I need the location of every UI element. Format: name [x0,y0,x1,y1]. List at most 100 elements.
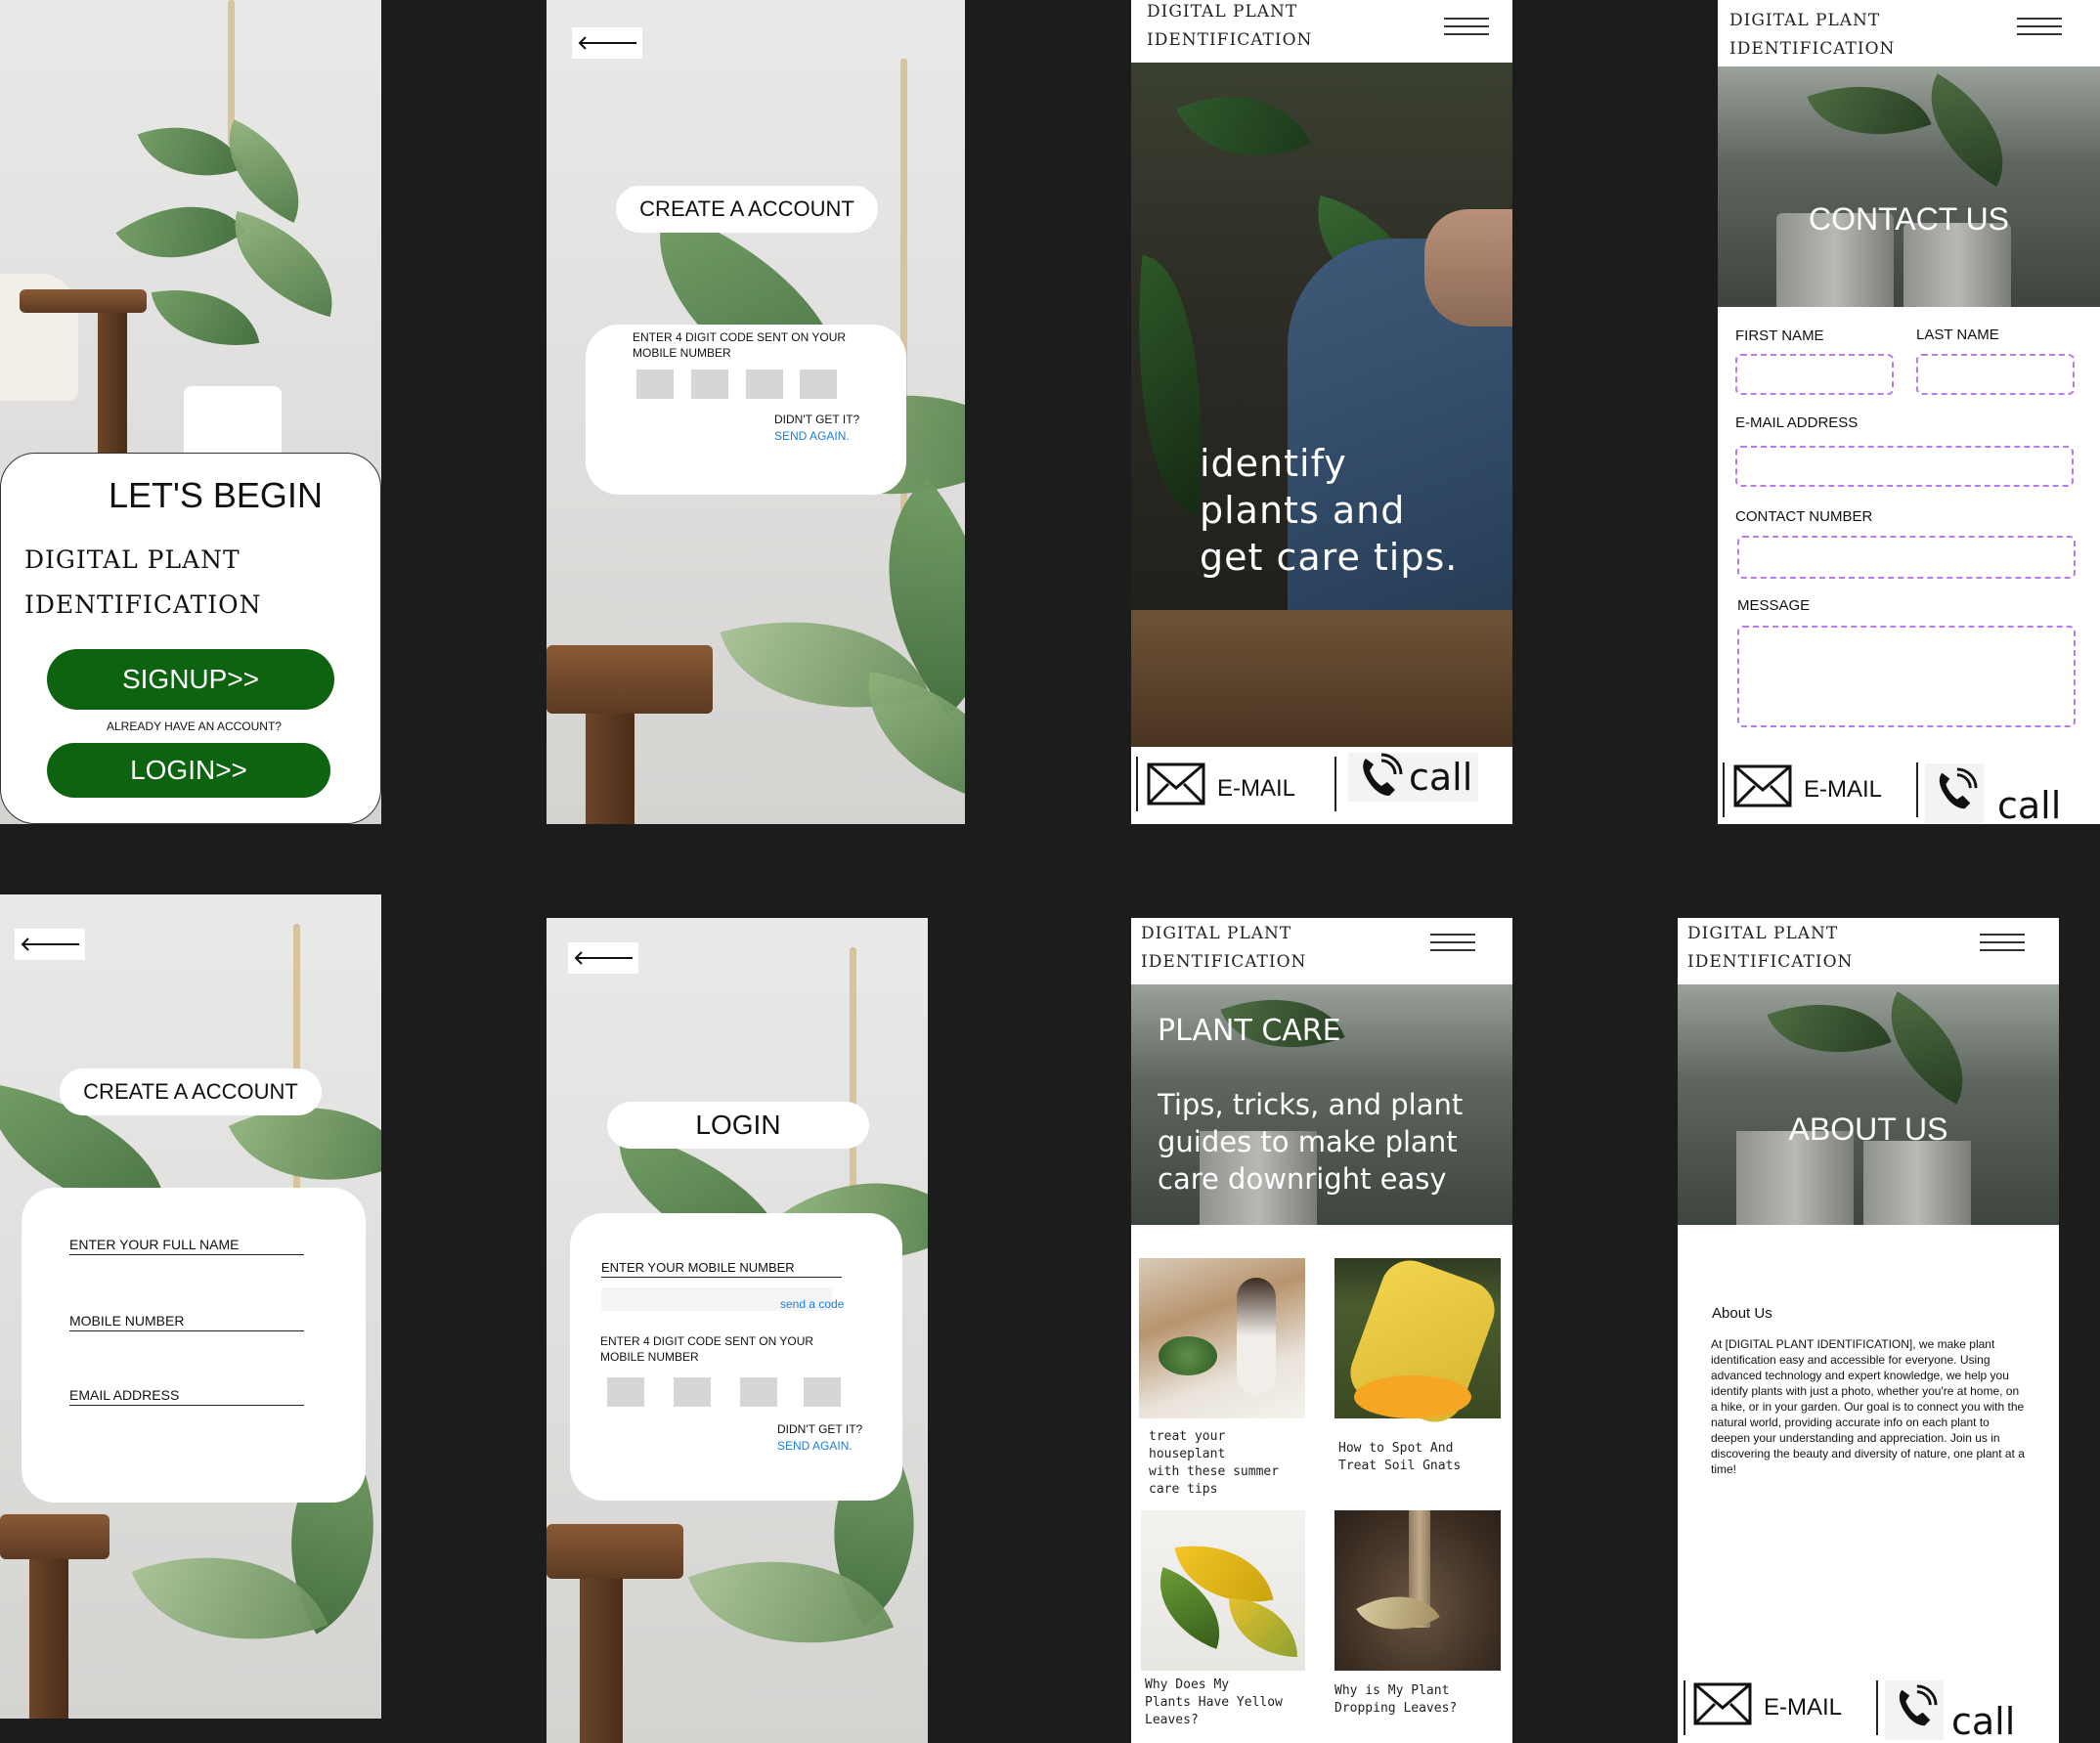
back-button[interactable] [15,929,85,960]
first-name-label: FIRST NAME [1735,327,1824,344]
stool [547,645,713,714]
call-label: call [1409,756,1473,799]
email-button[interactable]: E-MAIL [1733,764,1882,807]
email-label: E-MAIL [1804,776,1883,803]
call-button[interactable]: call [1885,1677,2015,1743]
article-card[interactable]: Why Does My Plants Have Yellow Leaves? [1141,1510,1307,1743]
code-digit-2[interactable] [691,370,728,399]
already-account-text: ALREADY HAVE AN ACCOUNT? [107,719,282,733]
table-surface [1131,610,1512,747]
article-card[interactable]: Why is My Plant Dropping Leaves? [1334,1510,1501,1743]
arrow-left-icon [574,951,633,965]
brand-line1: DIGITAL PLANT [1147,2,1298,22]
envelope-icon [1733,764,1792,807]
didnt-get-text: DIDN'T GET IT? [774,413,860,426]
brand-line2: IDENTIFICATION [1141,952,1307,972]
hero-title: ABOUT US [1788,1111,1948,1147]
leaf [115,171,246,293]
envelope-icon [1693,1682,1752,1725]
hero-subtitle-line1: Tips, tricks, and plant [1158,1088,1464,1121]
brand-line2: IDENTIFICATION [24,590,262,619]
call-button[interactable]: call [1348,753,1479,802]
hero-title: CONTACT US [1808,201,2010,237]
send-again-link[interactable]: SEND AGAIN. [774,429,850,443]
screen-create-account-code: CREATE A ACCOUNT ENTER 4 DIGIT CODE SENT… [547,0,965,824]
code-digit-1[interactable] [636,370,674,399]
phone-icon [1939,766,1978,808]
arrow-left-icon [21,937,79,951]
footer-bar: E-MAIL call [1678,1671,2059,1743]
email-address-field[interactable]: EMAIL ADDRESS [69,1387,304,1406]
divider [1136,757,1138,811]
call-button[interactable]: call [1925,759,2061,824]
login-button[interactable]: LOGIN>> [47,743,330,798]
mobile-number-field[interactable]: MOBILE NUMBER [69,1313,304,1331]
stool-leg [29,1559,68,1719]
code-digit-4[interactable] [804,1377,841,1407]
leaf [216,210,351,318]
phone-icon [1363,753,1403,796]
article-card[interactable]: How to Spot And Treat Soil Gnats [1334,1252,1504,1493]
app-header: DIGITAL PLANT IDENTIFICATION [1131,918,1512,984]
signup-button[interactable]: SIGNUP>> [47,649,334,710]
hero-text-line2: plants and [1200,489,1406,532]
first-name-field[interactable] [1735,354,1894,395]
footer-bar: E-MAIL call [1131,747,1512,824]
signup-form-card: ENTER YOUR FULL NAME MOBILE NUMBER EMAIL… [22,1188,366,1503]
article-title-line1: treat your [1149,1429,1226,1444]
email-address-label: E-MAIL ADDRESS [1735,414,1859,431]
brand-line1: DIGITAL PLANT [24,545,241,574]
last-name-field[interactable] [1916,354,2075,395]
hero-image: ABOUT US [1678,978,2059,1225]
code-digit-4[interactable] [800,370,837,399]
app-header: DIGITAL PLANT IDENTIFICATION [1131,0,1512,63]
code-prompt-line2: MOBILE NUMBER [600,1350,699,1364]
article-title-line2: houseplant [1149,1447,1226,1461]
send-code-link[interactable]: send a code [780,1297,844,1311]
brand-line2: IDENTIFICATION [1729,39,1896,59]
code-digit-1[interactable] [607,1377,644,1407]
article-card[interactable]: treat your houseplant with these summer … [1139,1258,1305,1497]
hamburger-menu-icon[interactable] [1980,928,2025,955]
article-title-line1: Why is My Plant [1334,1683,1450,1698]
last-name-label: LAST NAME [1916,327,1999,343]
email-button[interactable]: E-MAIL [1693,1682,1842,1725]
stool-leg [98,313,127,459]
pot [1863,1141,1971,1225]
email-label: E-MAIL [1217,775,1296,802]
hamburger-menu-icon[interactable] [2017,12,2062,39]
contact-number-field[interactable] [1737,536,2076,579]
hamburger-menu-icon[interactable] [1430,928,1475,955]
back-button[interactable] [568,942,638,974]
message-field[interactable] [1737,626,2076,727]
app-header: DIGITAL PLANT IDENTIFICATION [1678,918,2059,984]
code-prompt-line1: ENTER 4 DIGIT CODE SENT ON YOUR [633,330,847,344]
hero-text-line3: get care tips. [1200,536,1459,579]
leaf [1862,991,1991,1105]
monstera-leaf [1176,63,1311,190]
screen-home: DIGITAL PLANT IDENTIFICATION identify pl… [1131,0,1512,824]
call-label: call [1997,784,2062,824]
article-title-line3: Leaves? [1145,1713,1199,1727]
envelope-icon [1147,763,1205,806]
article-title-line1: How to Spot And [1338,1441,1454,1456]
brand-line1: DIGITAL PLANT [1729,11,1881,30]
send-again-link[interactable]: SEND AGAIN. [777,1439,853,1453]
article-title-line3: with these summer [1149,1464,1280,1479]
email-button[interactable]: E-MAIL [1147,763,1295,806]
code-digit-3[interactable] [746,370,783,399]
begin-card: LET'S BEGIN DIGITAL PLANT IDENTIFICATION… [0,453,381,824]
contact-number-label: CONTACT NUMBER [1735,508,1873,525]
about-heading: About Us [1712,1305,1772,1322]
divider [1334,757,1336,811]
code-digit-2[interactable] [674,1377,711,1407]
hamburger-menu-icon[interactable] [1444,12,1489,39]
screen-contact: DIGITAL PLANT IDENTIFICATION CONTACT US … [1718,0,2100,824]
mobile-number-field[interactable]: ENTER YOUR MOBILE NUMBER [601,1260,842,1278]
hero-text-line1: identify [1200,442,1347,485]
back-button[interactable] [572,27,642,59]
code-digit-3[interactable] [740,1377,777,1407]
full-name-field[interactable]: ENTER YOUR FULL NAME [69,1237,304,1255]
email-address-field[interactable] [1735,446,2074,487]
article-image [1141,1510,1305,1671]
